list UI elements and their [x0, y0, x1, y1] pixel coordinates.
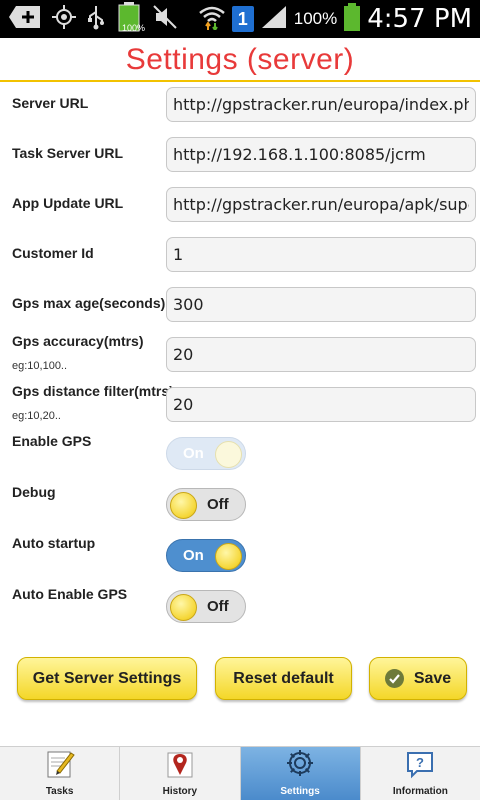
customer-id-input[interactable] — [166, 237, 476, 272]
toggle-knob — [170, 594, 197, 621]
check-icon — [384, 669, 404, 688]
gps-distance-filter-label: Gps distance filter(mtrs) — [12, 383, 174, 399]
app-update-url-label: App Update URL — [12, 195, 124, 211]
battery-small-percent: 100% — [122, 23, 146, 33]
title-divider — [0, 80, 480, 82]
battery-icon — [343, 2, 361, 36]
wifi-icon — [198, 4, 226, 35]
usb-icon — [86, 4, 106, 35]
tab-history[interactable]: History — [120, 747, 241, 800]
auto-startup-toggle-state: On — [183, 547, 204, 564]
enable-gps-label: Enable GPS — [12, 433, 92, 449]
gps-accuracy-label: Gps accuracy(mtrs) — [12, 333, 144, 349]
get-server-settings-label: Get Server Settings — [32, 669, 182, 687]
toggle-knob — [170, 492, 197, 519]
save-button[interactable]: Save — [369, 657, 467, 700]
server-url-input[interactable] — [166, 87, 476, 122]
mute-icon — [152, 4, 178, 35]
add-notification-icon — [8, 4, 42, 35]
auto-startup-toggle[interactable]: On — [166, 539, 246, 572]
debug-toggle[interactable]: Off — [166, 488, 246, 521]
gps-distance-filter-hint: eg:10,20.. — [12, 410, 61, 422]
notepad-pencil-icon — [45, 749, 75, 784]
status-bar-right: 1 100% 4:57 PM — [198, 2, 472, 36]
tab-settings[interactable]: Settings — [240, 747, 361, 800]
auto-enable-gps-toggle[interactable]: Off — [166, 590, 246, 623]
svg-text:?: ? — [416, 755, 424, 770]
app-update-url-input[interactable] — [166, 187, 476, 222]
toggle-knob — [215, 543, 242, 570]
clock: 4:57 PM — [367, 4, 472, 34]
task-server-url-input[interactable] — [166, 137, 476, 172]
info-question-icon: ? — [405, 749, 435, 784]
enable-gps-toggle[interactable]: On — [166, 437, 246, 470]
status-bar: 100% 1 100% 4:57 PM — [0, 0, 480, 38]
tab-history-label: History — [162, 786, 198, 797]
gear-icon — [284, 747, 316, 784]
gps-max-age-label: Gps max age(seconds) — [12, 295, 166, 311]
map-pin-icon — [165, 749, 195, 784]
get-server-settings-button[interactable]: Get Server Settings — [17, 657, 197, 700]
page-title: Settings (server) — [125, 43, 355, 76]
signal-icon — [260, 4, 288, 35]
enable-gps-toggle-state: On — [183, 445, 204, 462]
reset-default-label: Reset default — [233, 669, 334, 687]
auto-enable-gps-toggle-state: Off — [207, 598, 229, 615]
gps-distance-filter-input[interactable] — [166, 387, 476, 422]
gps-icon — [52, 4, 76, 34]
notification-badge: 1 — [231, 6, 254, 32]
auto-enable-gps-label: Auto Enable GPS — [12, 586, 128, 602]
tab-information-label: Information — [392, 786, 448, 797]
tab-tasks-label: Tasks — [45, 786, 74, 797]
status-bar-left — [8, 1, 178, 35]
tab-information[interactable]: ? Information — [361, 747, 480, 800]
reset-default-button[interactable]: Reset default — [215, 657, 352, 700]
auto-startup-label: Auto startup — [12, 535, 96, 551]
tab-settings-label: Settings — [280, 786, 320, 797]
gps-accuracy-hint: eg:10,100.. — [12, 360, 68, 372]
customer-id-label: Customer Id — [12, 245, 94, 261]
task-server-url-label: Task Server URL — [12, 145, 124, 161]
gps-max-age-input[interactable] — [166, 287, 476, 322]
save-label: Save — [413, 669, 452, 687]
bottom-tab-bar: Tasks History Settings ? Information — [0, 746, 480, 800]
debug-label: Debug — [12, 484, 56, 500]
toggle-knob — [215, 441, 242, 468]
gps-accuracy-input[interactable] — [166, 337, 476, 372]
debug-toggle-state: Off — [207, 496, 229, 513]
battery-percent: 100% — [293, 9, 338, 28]
tab-tasks[interactable]: Tasks — [0, 747, 121, 800]
server-url-label: Server URL — [12, 95, 89, 111]
